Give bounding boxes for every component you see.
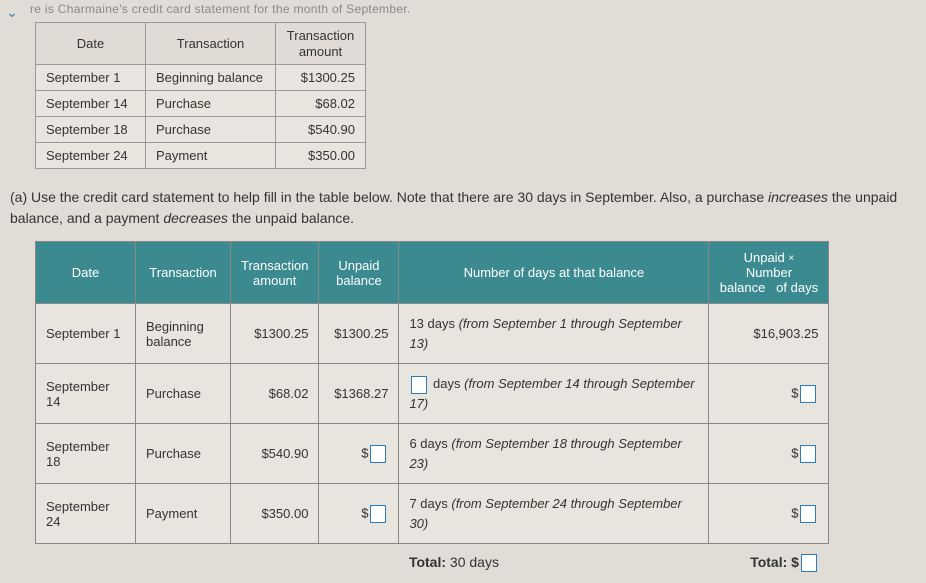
balance-input[interactable] bbox=[370, 505, 386, 523]
table-row: September 14 Purchase $68.02 $1368.27 da… bbox=[36, 364, 829, 424]
hdr-amt: Transaction amount bbox=[231, 242, 319, 304]
stmt-hdr-amt: Transaction amount bbox=[276, 23, 366, 65]
hdr-prod: Unpaid × Number balance of days bbox=[709, 242, 829, 304]
worksheet-table: Date Transaction Transaction amount Unpa… bbox=[35, 241, 829, 583]
table-row: September 18 Purchase $540.90 $ 6 days (… bbox=[36, 424, 829, 484]
context-text: re is Charmaine's credit card statement … bbox=[0, 0, 926, 16]
balance-input[interactable] bbox=[370, 445, 386, 463]
total-row: Total: 30 days Total: $ bbox=[36, 544, 829, 583]
product-input[interactable] bbox=[800, 505, 816, 523]
table-row: September 24 Payment $350.00 $ 7 days (f… bbox=[36, 484, 829, 544]
table-row: September 24 Payment $350.00 bbox=[36, 143, 366, 169]
question-text: (a) Use the credit card statement to hel… bbox=[10, 187, 916, 229]
hdr-days: Number of days at that balance bbox=[399, 242, 709, 304]
table-row: September 14 Purchase $68.02 bbox=[36, 91, 366, 117]
chevron-down-icon[interactable]: ⌄ bbox=[6, 4, 18, 21]
table-row: September 1 Beginning balance $1300.25 $… bbox=[36, 304, 829, 364]
hdr-date: Date bbox=[36, 242, 136, 304]
product-input[interactable] bbox=[800, 385, 816, 403]
table-row: September 18 Purchase $540.90 bbox=[36, 117, 366, 143]
hdr-trans: Transaction bbox=[136, 242, 231, 304]
table-row: September 1 Beginning balance $1300.25 bbox=[36, 65, 366, 91]
days-input[interactable] bbox=[411, 376, 427, 394]
statement-table: Date Transaction Transaction amount Sept… bbox=[35, 22, 366, 169]
stmt-hdr-trans: Transaction bbox=[146, 23, 276, 65]
product-input[interactable] bbox=[800, 445, 816, 463]
stmt-hdr-date: Date bbox=[36, 23, 146, 65]
total-input[interactable] bbox=[801, 554, 817, 572]
hdr-bal: Unpaid balance bbox=[319, 242, 399, 304]
